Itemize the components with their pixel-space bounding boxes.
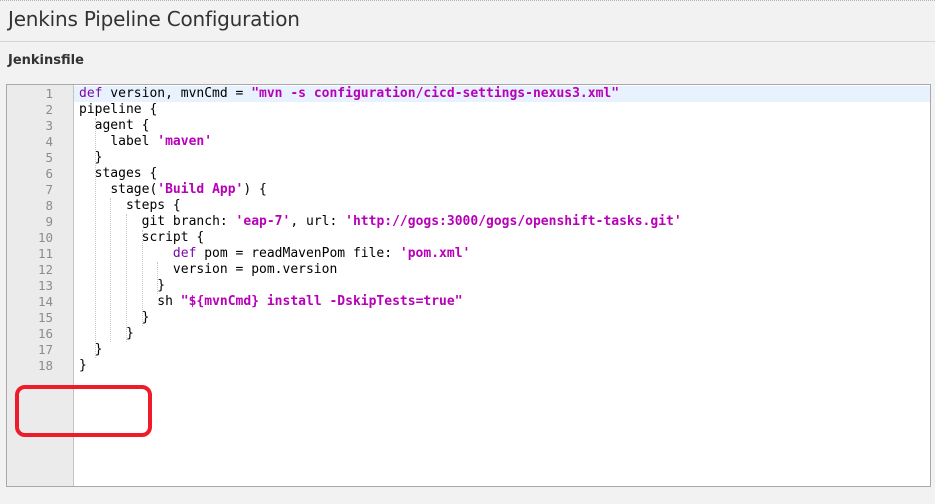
jenkinsfile-label: Jenkinsfile	[8, 53, 84, 68]
code-keyword: def	[172, 246, 197, 261]
code-string: 'eap-7'	[235, 214, 291, 229]
code-string: "${mvnCmd} install -DskipTests=true"	[180, 294, 463, 309]
code-line[interactable]: }	[74, 342, 930, 358]
code-text: version = pom.version	[172, 262, 338, 277]
line-number: 13	[37, 278, 53, 293]
line-number: 2	[45, 102, 53, 117]
title-divider	[0, 41, 935, 42]
code-line[interactable]: }	[74, 278, 930, 294]
code-line[interactable]: }	[74, 358, 930, 374]
line-number: 6	[45, 166, 53, 181]
code-text: , url:	[290, 214, 346, 229]
code-line[interactable]: script {	[74, 230, 930, 246]
line-number: 1	[45, 86, 53, 101]
indent-guide	[141, 230, 143, 326]
code-text: sh	[157, 294, 181, 309]
code-text: ) {	[243, 182, 267, 197]
line-number: 12	[37, 262, 53, 277]
code-line[interactable]: }	[74, 310, 930, 326]
page-title: Jenkins Pipeline Configuration	[8, 7, 300, 31]
code-text: }	[79, 358, 87, 373]
code-line[interactable]: stage('Build App') {	[74, 182, 930, 198]
code-keyword: def	[79, 86, 103, 101]
code-line[interactable]: def pom = readMavenPom file: 'pom.xml'	[74, 246, 930, 262]
line-number: 10	[37, 230, 53, 245]
code-text: script {	[141, 230, 205, 245]
line-number: 7	[45, 182, 53, 197]
code-line[interactable]: stages {	[74, 166, 930, 182]
line-number: 11	[37, 246, 53, 261]
indent-guide	[157, 262, 159, 294]
code-string: 'Build App'	[157, 182, 244, 197]
code-text: }	[94, 342, 103, 357]
code-text: }	[94, 150, 103, 165]
code-text: stages {	[94, 166, 158, 181]
code-line[interactable]: sh "${mvnCmd} install -DskipTests=true"	[74, 294, 930, 310]
line-number: 15	[37, 310, 53, 325]
code-text: version, mvnCmd =	[102, 86, 252, 101]
indent-guide	[125, 214, 127, 342]
code-text: agent {	[94, 118, 150, 133]
indent-guide	[94, 118, 96, 358]
line-number: 18	[37, 358, 53, 373]
code-line[interactable]: steps {	[74, 198, 930, 214]
code-text: stage(	[110, 182, 158, 197]
code-line[interactable]: }	[74, 150, 930, 166]
code-string: 'http://gogs:3000/gogs/openshift-tasks.g…	[345, 214, 682, 229]
code-line[interactable]: label 'maven'	[74, 134, 930, 150]
line-number: 4	[45, 134, 53, 149]
code-text: pom = readMavenPom file:	[196, 246, 400, 261]
code-line[interactable]: }	[74, 326, 930, 342]
code-line[interactable]: version = pom.version	[74, 262, 930, 278]
line-number: 9	[45, 214, 53, 229]
code-text: git branch:	[141, 214, 236, 229]
code-line[interactable]: git branch: 'eap-7', url: 'http://gogs:3…	[74, 214, 930, 230]
line-number: 8	[45, 198, 53, 213]
code-text: label	[110, 134, 158, 149]
code-text: steps {	[125, 198, 181, 213]
line-number: 16	[37, 326, 53, 341]
line-number: 17	[37, 342, 53, 357]
code-string: "mvn -s configuration/cicd-settings-nexu…	[251, 86, 620, 101]
code-string: 'maven'	[157, 134, 213, 149]
code-line[interactable]: agent {	[74, 118, 930, 134]
indent-guide	[110, 198, 112, 342]
closing-braces-highlight	[15, 385, 152, 437]
line-number: 5	[45, 150, 53, 165]
code-text: pipeline {	[79, 102, 158, 117]
code-text: }	[125, 326, 134, 341]
line-number: 3	[45, 118, 53, 133]
code-line[interactable]: pipeline {	[74, 102, 930, 118]
code-line[interactable]: def version, mvnCmd = "mvn -s configurat…	[74, 86, 930, 102]
code-text: }	[141, 310, 150, 325]
code-text: }	[157, 278, 166, 293]
code-string: 'pom.xml'	[399, 246, 471, 261]
line-number: 14	[37, 294, 53, 309]
